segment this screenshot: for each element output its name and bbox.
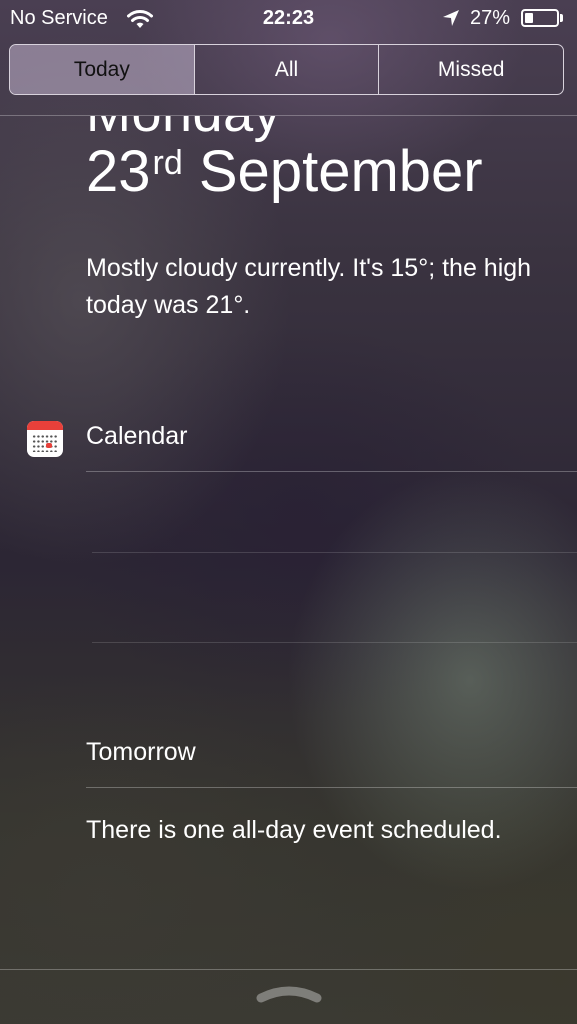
calendar-row-divider bbox=[92, 642, 577, 643]
calendar-icon-grid bbox=[32, 434, 58, 452]
status-bar: No Service 22:23 27% bbox=[0, 0, 577, 38]
calendar-icon-header bbox=[27, 421, 63, 430]
tomorrow-event-summary[interactable]: There is one all-day event scheduled. bbox=[86, 812, 546, 849]
battery-percentage: 27% bbox=[470, 7, 511, 29]
bottom-divider bbox=[0, 969, 577, 970]
tab-all[interactable]: All bbox=[195, 45, 380, 94]
tomorrow-divider bbox=[86, 787, 577, 788]
date-heading: 23rd September bbox=[86, 138, 483, 205]
today-content[interactable]: Monday 23rd September Mostly cloudy curr… bbox=[0, 116, 577, 971]
battery-icon bbox=[521, 9, 559, 27]
tab-today[interactable]: Today bbox=[10, 45, 195, 94]
battery-level-fill bbox=[525, 13, 533, 23]
date-number: 23 bbox=[86, 139, 151, 204]
calendar-icon-marker bbox=[46, 443, 52, 448]
weather-summary: Mostly cloudy currently. It's 15°; the h… bbox=[86, 254, 532, 319]
date-suffix: rd bbox=[152, 144, 183, 182]
calendar-row-divider bbox=[92, 552, 577, 553]
tomorrow-heading: Tomorrow bbox=[86, 738, 196, 766]
chevron-up-handle-icon[interactable] bbox=[256, 985, 322, 1003]
calendar-title-divider bbox=[86, 471, 577, 472]
calendar-section-title[interactable]: Calendar bbox=[86, 422, 187, 451]
location-arrow-icon bbox=[443, 10, 459, 26]
tab-missed[interactable]: Missed bbox=[379, 45, 563, 94]
calendar-app-icon bbox=[27, 421, 63, 457]
date-month: September bbox=[198, 139, 483, 204]
notification-tabs: Today All Missed bbox=[9, 44, 564, 95]
battery-nub bbox=[560, 14, 563, 22]
